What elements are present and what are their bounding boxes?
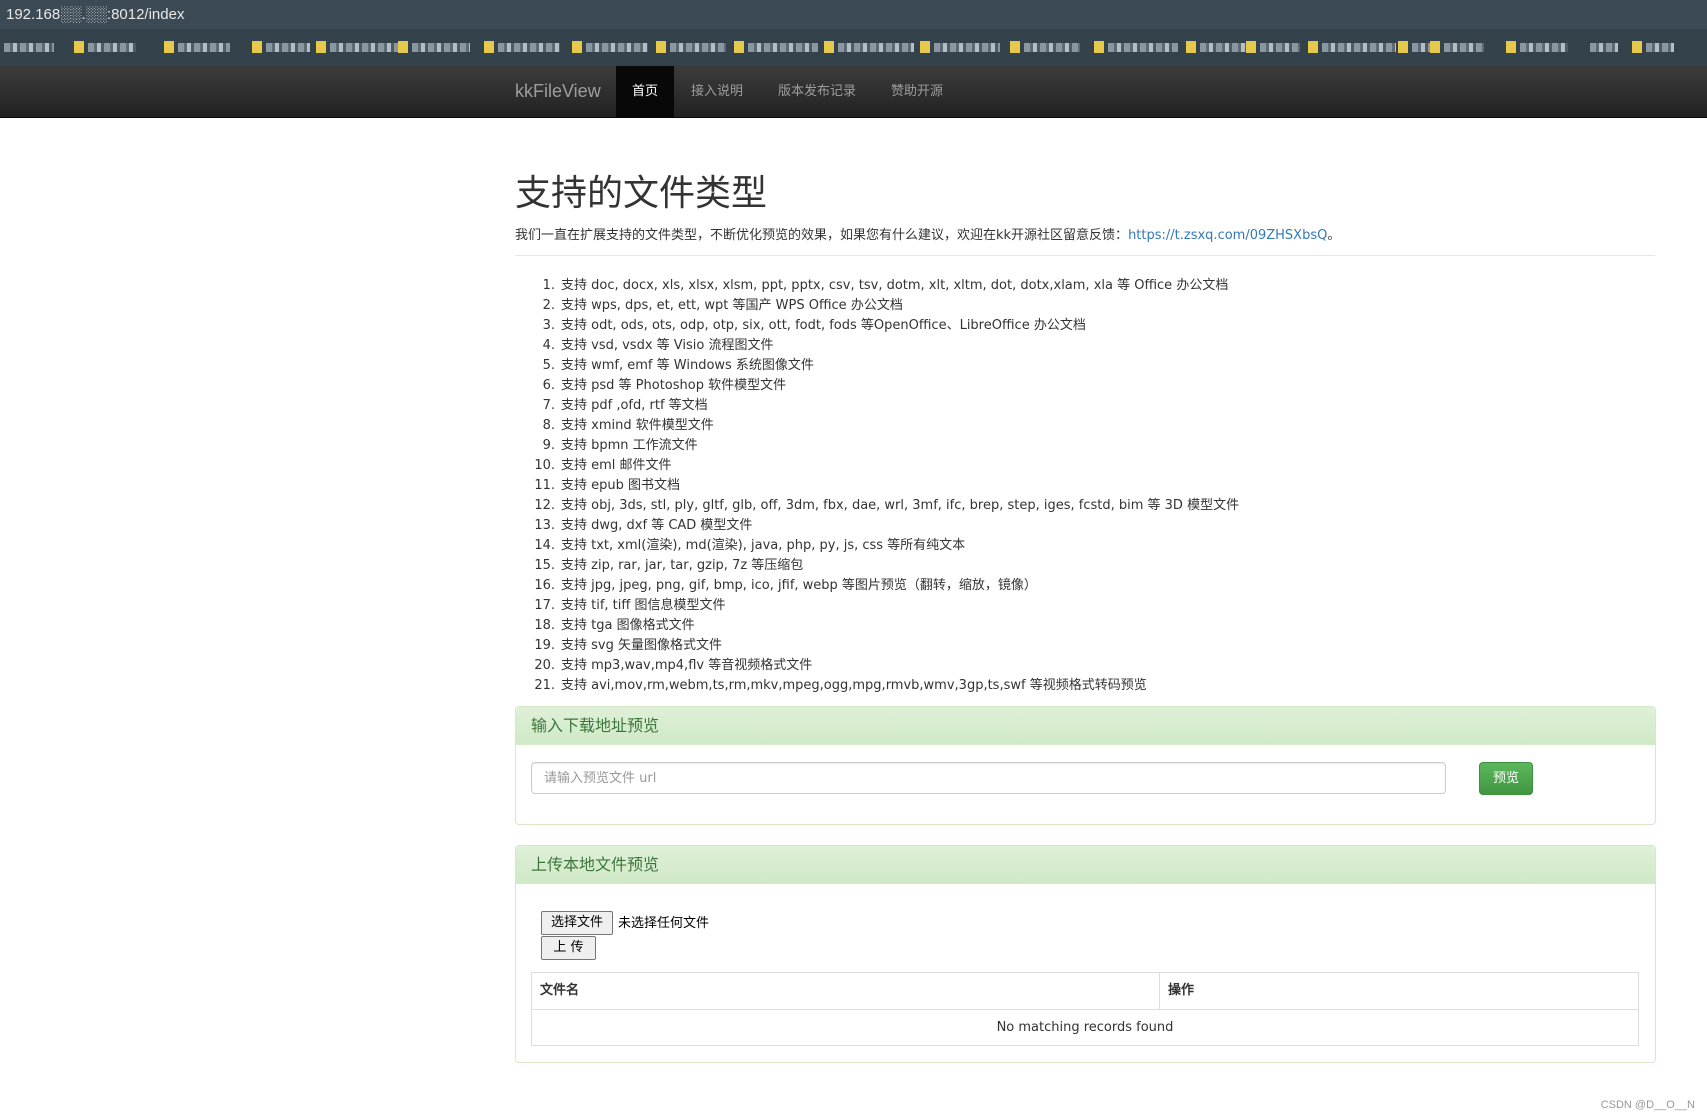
page-title: 支持的文件类型 (515, 173, 768, 214)
no-file-chosen-label: 未选择任何文件 (618, 916, 710, 931)
bookmark-item[interactable] (1010, 40, 1080, 54)
browser-address-bar[interactable]: 192.168░░.░░:8012/index (0, 0, 1707, 29)
preview-button[interactable]: 预览 (1479, 762, 1533, 795)
bookmark-item[interactable] (1506, 40, 1568, 54)
nav-item-releases[interactable]: 版本发布记录 (767, 66, 867, 117)
bookmark-item[interactable] (1308, 40, 1396, 54)
list-item: 5. 支持 wmf, emf 等 Windows 系统图像文件 (542, 358, 814, 373)
upload-panel-heading: 上传本地文件预览 (516, 846, 1655, 884)
intro-suffix: 。 (1327, 228, 1341, 243)
preview-url-input[interactable] (531, 762, 1446, 794)
list-item: 18. 支持 tga 图像格式文件 (534, 618, 695, 633)
list-item: 4. 支持 vsd, vsdx 等 Visio 流程图文件 (542, 338, 774, 353)
bookmark-item[interactable] (824, 40, 914, 54)
bookmark-item[interactable] (164, 40, 230, 54)
intro-body: 我们一直在扩展支持的文件类型，不断优化预览的效果，如果您有什么建议，欢迎在kk开… (515, 228, 1129, 243)
list-item: 19. 支持 svg 矢量图像格式文件 (534, 638, 722, 653)
address-text[interactable]: 192.168░░.░░:8012/index (0, 6, 184, 23)
bookmark-item[interactable] (734, 40, 818, 54)
list-item: 16. 支持 jpg, jpeg, png, gif, bmp, ico, jfi… (534, 578, 1037, 593)
nav-item-integration[interactable]: 接入说明 (681, 66, 753, 117)
nav-item-home[interactable]: 首页 (616, 66, 674, 117)
bookmark-item[interactable] (920, 40, 1000, 54)
list-item: 17. 支持 tif, tiff 图信息模型文件 (534, 598, 726, 613)
bookmark-item[interactable] (1590, 40, 1618, 54)
list-item: 15. 支持 zip, rar, jar, tar, gzip, 7z 等压缩包 (534, 558, 804, 573)
bookmark-item[interactable] (484, 40, 560, 54)
bookmark-item[interactable] (1246, 40, 1300, 54)
list-item: 11. 支持 epub 图书文档 (534, 478, 681, 493)
uploaded-files-table: 文件名 操作 No matching records found (531, 972, 1639, 1046)
list-item: 10. 支持 eml 邮件文件 (534, 458, 672, 473)
divider (515, 255, 1655, 256)
empty-table-message: No matching records found (996, 1020, 1174, 1035)
bookmark-item[interactable] (4, 40, 54, 54)
list-item: 14. 支持 txt, xml(渲染), md(渲染), java, php, p… (534, 538, 966, 553)
bookmark-item[interactable] (398, 40, 470, 54)
choose-file-button[interactable]: 选择文件 (541, 911, 613, 935)
list-item: 8. 支持 xmind 软件模型文件 (542, 418, 714, 433)
bookmark-item[interactable] (572, 40, 648, 54)
brand-logo[interactable]: kkFileView (515, 66, 601, 117)
community-link[interactable]: https://t.zsxq.com/09ZHSXbsQ (1128, 228, 1327, 243)
list-item: 13. 支持 dwg, dxf 等 CAD 模型文件 (534, 518, 753, 533)
list-item: 1. 支持 doc, docx, xls, xlsx, xlsm, ppt, pp… (542, 278, 1229, 293)
watermark: CSDN @D__O__N (1600, 1099, 1695, 1111)
list-item: 3. 支持 odt, ods, ots, odp, otp, six, ott, … (542, 318, 1086, 333)
table-header: 文件名 操作 (532, 973, 1638, 1010)
list-item: 9. 支持 bpmn 工作流文件 (542, 438, 698, 453)
bookmark-item[interactable] (316, 40, 398, 54)
list-item: 21. 支持 avi,mov,rm,webm,ts,rm,mkv,mpeg,ogg… (534, 678, 1147, 693)
top-navbar: kkFileView 首页 接入说明 版本发布记录 赞助开源 (0, 66, 1707, 118)
column-header-filename[interactable]: 文件名 (532, 973, 1160, 1009)
bookmark-item[interactable] (74, 40, 136, 54)
bookmark-item[interactable] (1186, 40, 1246, 54)
bookmark-item[interactable] (1430, 40, 1484, 54)
bookmark-item[interactable] (252, 40, 310, 54)
column-header-actions[interactable]: 操作 (1160, 973, 1194, 1009)
list-item: 6. 支持 psd 等 Photoshop 软件模型文件 (542, 378, 787, 393)
url-panel-heading: 输入下载地址预览 (516, 707, 1655, 745)
url-preview-panel: 输入下载地址预览 预览 (515, 706, 1656, 825)
upload-button[interactable]: 上 传 (541, 936, 596, 960)
nav-item-sponsor[interactable]: 赞助开源 (881, 66, 953, 117)
list-item: 2. 支持 wps, dps, et, ett, wpt 等国产 WPS Offi… (542, 298, 903, 313)
list-item: 20. 支持 mp3,wav,mp4,flv 等音视频格式文件 (534, 658, 813, 673)
bookmark-item[interactable] (1632, 40, 1674, 54)
supported-types-list: 1. 支持 doc, docx, xls, xlsx, xlsm, ppt, pp… (515, 276, 1239, 696)
list-item: 7. 支持 pdf ,ofd, rtf 等文档 (542, 398, 708, 413)
bookmarks-bar (0, 29, 1707, 66)
list-item: 12. 支持 obj, 3ds, stl, ply, gltf, glb, off… (534, 498, 1240, 513)
bookmark-item[interactable] (1398, 40, 1430, 54)
bookmark-item[interactable] (656, 40, 726, 54)
intro-text: 我们一直在扩展支持的文件类型，不断优化预览的效果，如果您有什么建议，欢迎在kk开… (515, 226, 1340, 246)
bookmark-item[interactable] (1094, 40, 1178, 54)
upload-panel: 上传本地文件预览 选择文件 未选择任何文件 上 传 文件名 操作 No matc… (515, 845, 1656, 1063)
